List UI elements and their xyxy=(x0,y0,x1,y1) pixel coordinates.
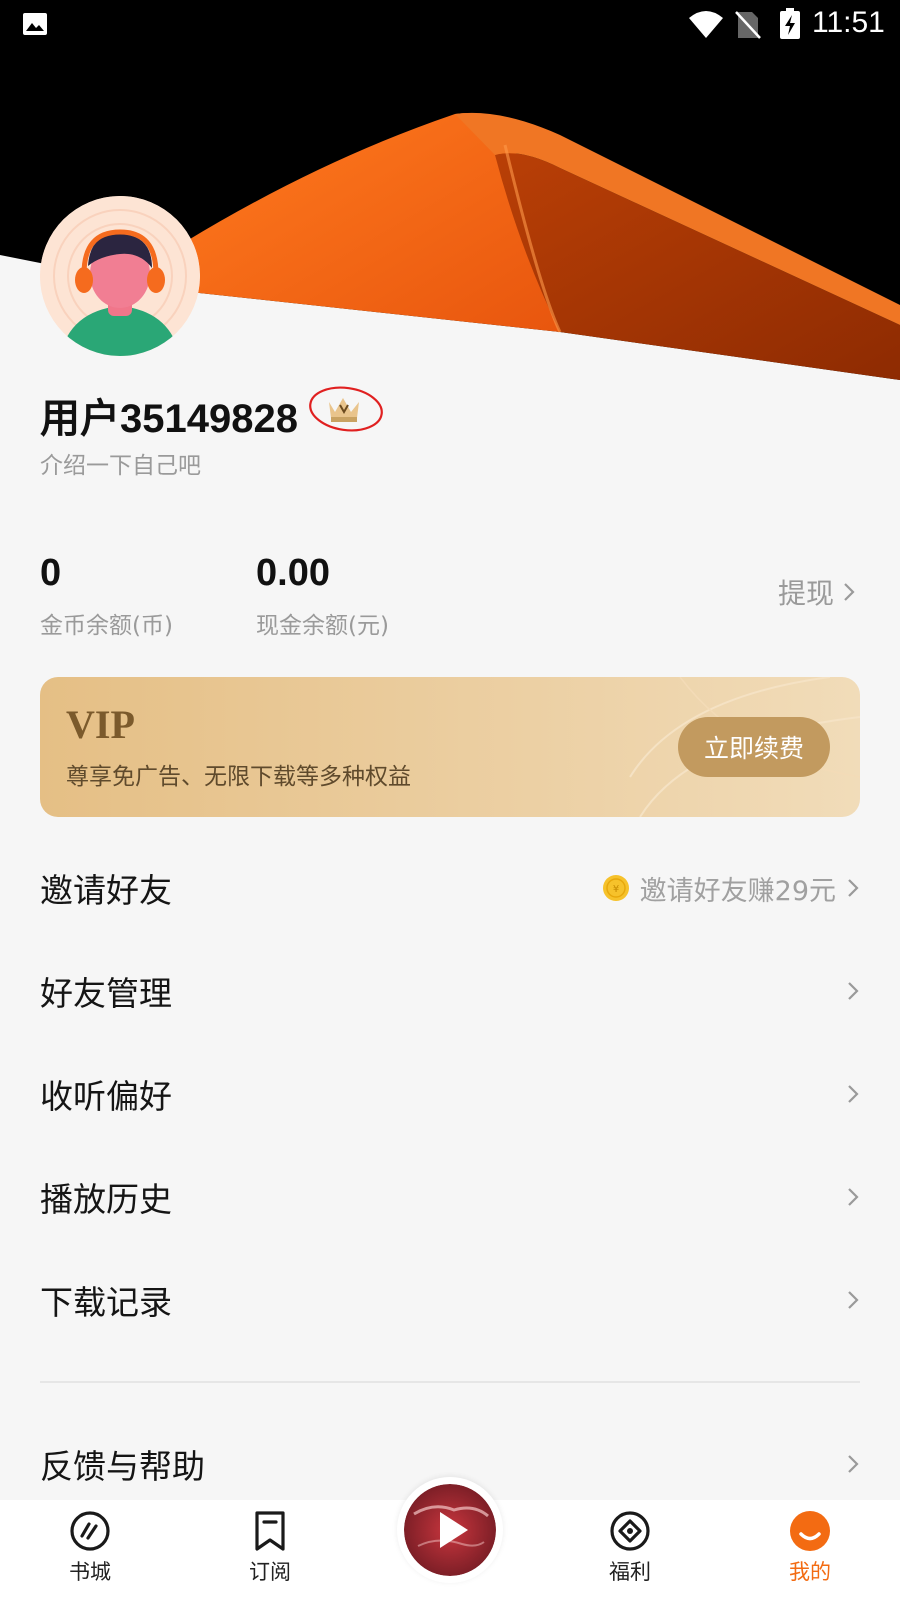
bookstore-icon xyxy=(70,1511,110,1551)
menu-label: 邀请好友 xyxy=(40,871,172,910)
renew-button[interactable]: 立即续费 xyxy=(678,717,830,777)
menu-label: 收听偏好 xyxy=(40,1077,172,1116)
chevron-right-icon xyxy=(848,879,859,897)
nav-label: 订阅 xyxy=(249,1560,291,1584)
coin-balance-value: 0 xyxy=(40,552,62,594)
coin-balance-label: 金币余额(币) xyxy=(40,613,173,639)
nav-welfare[interactable]: 福利 xyxy=(570,1500,690,1600)
chevron-right-icon xyxy=(848,982,859,1000)
nav-subscriptions[interactable]: 订阅 xyxy=(210,1500,330,1600)
nav-label: 福利 xyxy=(609,1560,651,1584)
withdraw-label: 提现 xyxy=(778,577,835,610)
gallery-icon xyxy=(23,13,47,35)
avatar-illustration xyxy=(40,196,200,356)
vip-title: VIP xyxy=(66,702,135,747)
invite-hint: 邀请好友赚29元 xyxy=(639,875,836,907)
menu-item-friend-management[interactable]: 好友管理 xyxy=(40,961,860,1021)
menu-label: 反馈与帮助 xyxy=(40,1447,205,1486)
coin-icon: ¥ xyxy=(602,875,629,901)
menu-item-listening-preferences[interactable]: 收听偏好 xyxy=(40,1064,860,1124)
status-time: 11:51 xyxy=(812,6,885,39)
cash-balance-label: 现金余额(元) xyxy=(256,613,389,639)
nav-profile[interactable]: 我的 xyxy=(750,1500,870,1600)
bookmark-icon xyxy=(255,1511,285,1551)
withdraw-button[interactable]: 提现 xyxy=(778,572,856,612)
menu-item-play-history[interactable]: 播放历史 xyxy=(40,1167,860,1227)
status-bar: 11:51 xyxy=(0,0,900,50)
menu-divider xyxy=(40,1381,860,1383)
profile-icon xyxy=(790,1511,830,1551)
play-button[interactable] xyxy=(397,1477,503,1583)
wifi-icon xyxy=(689,11,723,38)
now-playing-cover xyxy=(404,1484,496,1576)
no-sim-icon xyxy=(735,11,761,39)
vip-crown-icon[interactable] xyxy=(307,384,385,436)
chevron-right-icon xyxy=(848,1188,859,1206)
username: 用户35149828 xyxy=(40,397,298,441)
menu-label: 下载记录 xyxy=(40,1283,172,1322)
menu-item-download-records[interactable]: 下载记录 xyxy=(40,1270,860,1330)
nav-label: 我的 xyxy=(789,1560,831,1584)
battery-charging-icon xyxy=(780,8,800,39)
cash-balance-value: 0.00 xyxy=(256,552,330,594)
vip-description: 尊享免广告、无限下载等多种权益 xyxy=(66,764,411,790)
vip-card[interactable]: VIP 尊享免广告、无限下载等多种权益 立即续费 xyxy=(40,677,860,817)
avatar[interactable] xyxy=(40,196,200,356)
menu-label: 播放历史 xyxy=(40,1180,172,1219)
nav-bookstore[interactable]: 书城 xyxy=(30,1500,150,1600)
play-icon xyxy=(404,1484,496,1576)
welfare-icon xyxy=(610,1511,650,1551)
chevron-right-icon xyxy=(848,1291,859,1309)
chevron-right-icon xyxy=(848,1455,859,1473)
chevron-right-icon xyxy=(848,1085,859,1103)
menu-label: 好友管理 xyxy=(40,974,172,1013)
nav-label: 书城 xyxy=(69,1560,111,1584)
chevron-right-icon xyxy=(844,583,855,601)
menu-item-invite-friends[interactable]: 邀请好友 ¥ 邀请好友赚29元 xyxy=(40,858,860,918)
svg-text:¥: ¥ xyxy=(612,884,618,895)
bio-text[interactable]: 介绍一下自己吧 xyxy=(40,446,201,480)
